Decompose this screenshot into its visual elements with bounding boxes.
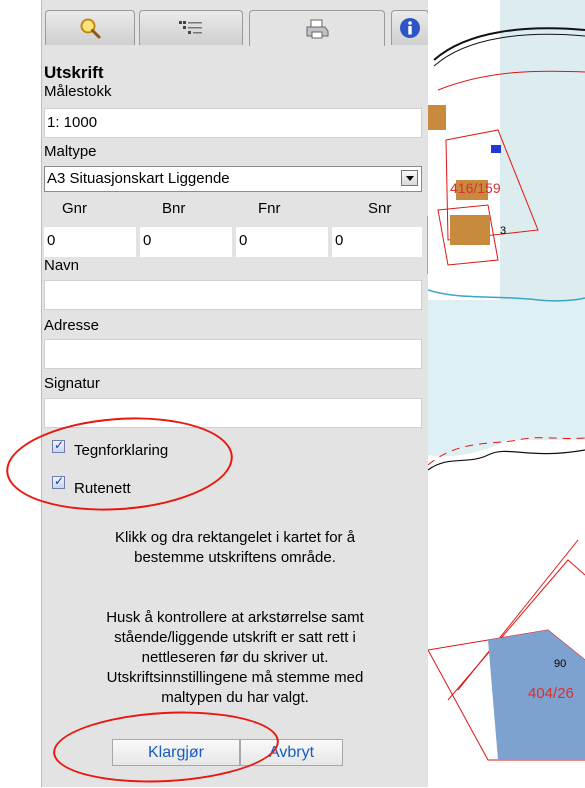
instruction-line: bestemme utskriftens område.	[134, 549, 336, 566]
signature-label: Signatur	[44, 375, 100, 392]
building-number-label: 3	[500, 225, 506, 237]
instruction-text: Klikk og dra rektangelet i kartet for å …	[46, 528, 424, 568]
scale-label: Målestokk	[44, 83, 112, 100]
template-select-value: A3 Situasjonskart Liggende	[47, 170, 230, 187]
note-line: stående/liggende utskrift er satt rett i	[114, 629, 356, 646]
map-view[interactable]: 416/159 3 90 404/26	[428, 0, 585, 787]
tab-search[interactable]	[45, 10, 135, 45]
template-select[interactable]: A3 Situasjonskart Liggende	[44, 166, 422, 192]
tab-info[interactable]	[391, 10, 429, 45]
search-icon	[80, 18, 101, 39]
snr-label: Snr	[368, 200, 392, 217]
bnr-label: Bnr	[162, 200, 186, 217]
printer-icon	[306, 19, 329, 38]
address-input[interactable]	[44, 339, 422, 369]
tab-layers[interactable]	[139, 10, 243, 45]
gnr-label: Gnr	[62, 200, 88, 217]
info-icon	[400, 18, 420, 38]
note-line: Husk å kontrollere at arkstørrelse samt	[106, 609, 364, 626]
name-input[interactable]	[44, 280, 422, 310]
building-number-label: 90	[554, 658, 566, 670]
fnr-input[interactable]: 0	[236, 227, 328, 257]
note-line: nettleseren før du skriver ut.	[141, 649, 329, 666]
note-line: maltypen du har valgt.	[161, 689, 309, 706]
chevron-down-icon[interactable]	[401, 170, 418, 186]
instruction-line: Klikk og dra rektangelet i kartet for å	[114, 529, 356, 546]
fnr-label: Fnr	[258, 200, 281, 217]
parcel-label: 404/26	[528, 685, 574, 702]
snr-input[interactable]: 0	[332, 227, 422, 257]
layers-icon	[179, 21, 202, 34]
bnr-input[interactable]: 0	[140, 227, 232, 257]
map-canvas: 416/159 3 90 404/26	[428, 0, 585, 787]
note-line: Utskriftsinnstillingene må stemme med	[106, 669, 364, 686]
address-label: Adresse	[44, 317, 100, 334]
parcel-label: 416/159	[450, 180, 501, 196]
tab-bar	[41, 10, 429, 46]
browser-note-text: Husk å kontrollere at arkstørrelse samt …	[46, 608, 424, 708]
gnr-input[interactable]: 0	[44, 227, 136, 257]
print-title: Utskrift	[44, 63, 104, 82]
scale-input[interactable]: 1: 1000	[44, 108, 422, 138]
tab-print[interactable]	[249, 10, 385, 46]
template-label: Maltype	[44, 143, 97, 160]
name-label: Navn	[44, 257, 80, 274]
